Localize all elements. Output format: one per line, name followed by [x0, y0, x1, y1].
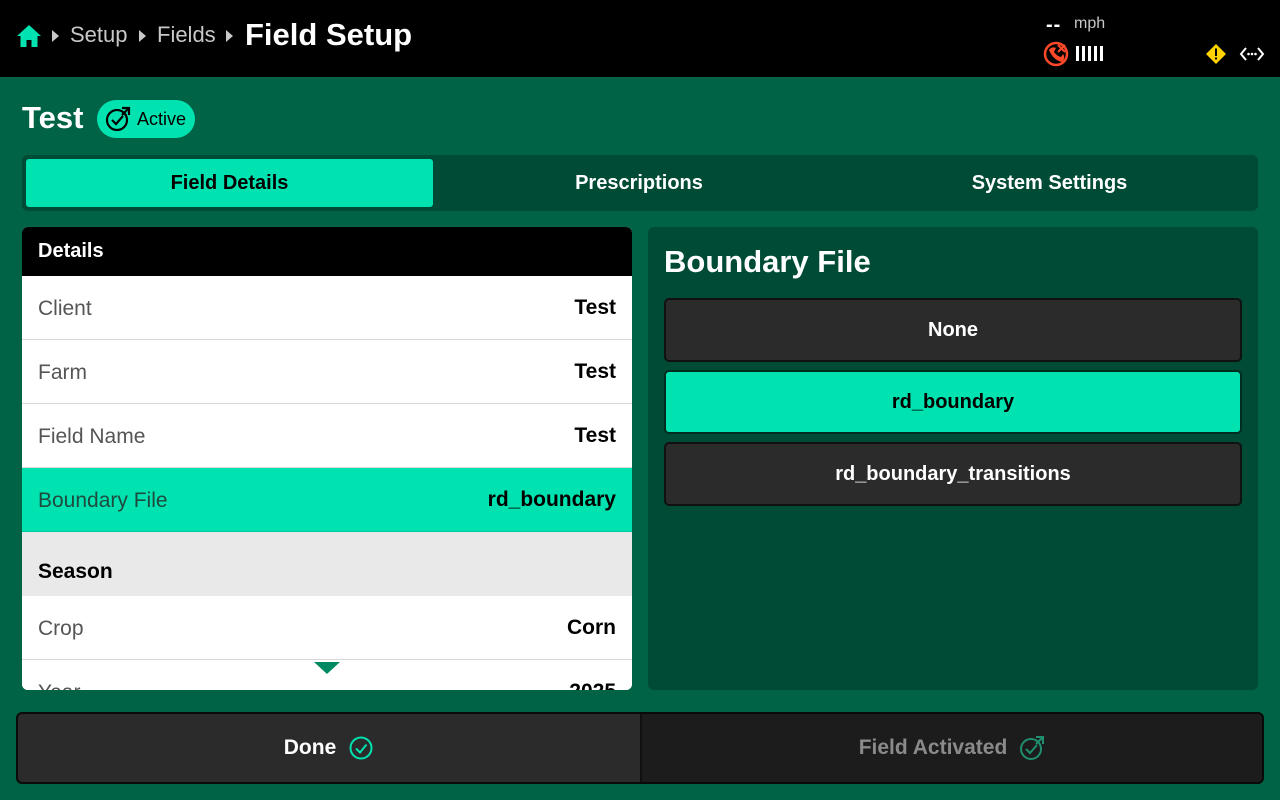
season-header: Season	[22, 532, 632, 596]
row-label: Farm	[38, 361, 87, 384]
field-activated-label: Field Activated	[858, 736, 1008, 759]
row-value: 2025	[569, 680, 616, 690]
details-row-boundary-file[interactable]: Boundary File rd_boundary	[22, 468, 632, 532]
done-button-label: Done	[283, 736, 337, 759]
row-value: Test	[574, 360, 616, 383]
status-badge: Active	[97, 100, 195, 138]
check-circle-icon	[349, 736, 373, 760]
row-value: Corn	[567, 616, 616, 639]
field-name-title: Test	[22, 100, 84, 135]
breadcrumb-fields[interactable]: Fields	[157, 22, 216, 48]
signal-strength-indicator	[1076, 46, 1103, 61]
target-check-icon	[105, 106, 131, 132]
row-label: Field Name	[38, 425, 146, 448]
target-check-icon	[1020, 736, 1045, 760]
tab-field-details[interactable]: Field Details	[26, 159, 433, 207]
details-panel: Details Client Test Farm Test Field Name…	[22, 227, 632, 690]
row-value: Test	[574, 296, 616, 319]
row-value: rd_boundary	[487, 488, 616, 511]
row-label: Boundary File	[38, 489, 168, 512]
boundary-option-rd-boundary[interactable]: rd_boundary	[664, 370, 1242, 434]
breadcrumb-setup[interactable]: Setup	[70, 22, 128, 48]
row-value: Test	[574, 424, 616, 447]
warning-icon[interactable]	[1205, 43, 1227, 65]
details-row-farm[interactable]: Farm Test	[22, 340, 632, 404]
status-badge-label: Active	[137, 108, 187, 129]
done-button[interactable]: Done	[18, 714, 640, 782]
details-header: Details	[22, 227, 632, 276]
details-row-crop[interactable]: Crop Corn	[22, 596, 632, 660]
top-bar: Setup Fields Field Setup -- mph	[0, 0, 1280, 77]
row-label: Client	[38, 297, 92, 320]
boundary-option-none[interactable]: None	[664, 298, 1242, 362]
row-label: Year	[38, 681, 80, 690]
breadcrumb-chevron-icon	[139, 30, 146, 42]
boundary-file-panel: Boundary File None rd_boundary rd_bounda…	[648, 227, 1258, 690]
speed-unit: mph	[1074, 15, 1106, 32]
tab-bar: Field Details Prescriptions System Setti…	[22, 155, 1258, 211]
gps-alert-icon[interactable]	[1043, 41, 1069, 67]
breadcrumb-chevron-icon	[52, 30, 59, 42]
boundary-option-rd-boundary-transitions[interactable]: rd_boundary_transitions	[664, 442, 1242, 506]
footer-bar: Done Field Activated	[16, 712, 1264, 784]
row-label: Crop	[38, 617, 84, 640]
details-row-client[interactable]: Client Test	[22, 276, 632, 340]
tab-prescriptions[interactable]: Prescriptions	[435, 159, 843, 207]
field-activated-button: Field Activated	[642, 714, 1262, 782]
details-row-field-name[interactable]: Field Name Test	[22, 404, 632, 468]
scroll-down-icon[interactable]	[314, 662, 340, 674]
tab-system-settings[interactable]: System Settings	[845, 159, 1254, 207]
connection-icon[interactable]	[1239, 45, 1265, 63]
boundary-file-title: Boundary File	[664, 244, 871, 279]
home-icon[interactable]	[16, 24, 42, 48]
breadcrumb-chevron-icon	[226, 30, 233, 42]
page-title: Field Setup	[245, 17, 413, 52]
speed-value: --	[1046, 14, 1062, 36]
